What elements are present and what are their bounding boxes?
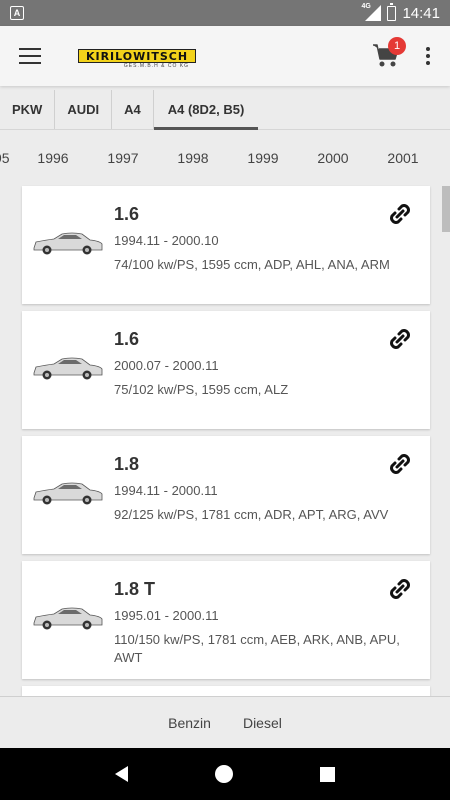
fuel-filter-petrol[interactable]: Benzin <box>168 715 211 731</box>
engine-title: 1.6 <box>114 204 140 224</box>
link-icon[interactable] <box>386 325 414 353</box>
breadcrumb-a4[interactable]: A4 <box>111 90 153 129</box>
engine-dates: 2000.07 - 2000.11 <box>114 358 219 373</box>
link-icon[interactable] <box>386 200 414 228</box>
status-indicators: 4G 14:41 <box>361 2 440 22</box>
more-options-button[interactable] <box>406 26 450 86</box>
network-type: 4G <box>361 3 371 10</box>
cart-count-badge: 1 <box>388 37 406 55</box>
year-item[interactable]: 1998 <box>158 150 228 166</box>
breadcrumb-audi[interactable]: AUDI <box>54 90 111 129</box>
engine-dates: 1994.11 - 2000.10 <box>114 233 219 248</box>
engine-specs: 75/102 kw/PS, 1595 ccm, ALZ <box>114 382 289 397</box>
car-icon <box>33 232 103 255</box>
clock: 14:41 <box>402 4 440 22</box>
menu-icon-line <box>19 55 41 57</box>
fuel-filter-bar: Benzin Diesel <box>0 696 450 748</box>
notification-icon: A <box>10 6 24 20</box>
car-icon <box>33 482 103 505</box>
recent-apps-icon[interactable] <box>319 766 335 782</box>
more-vert-dot <box>426 61 430 65</box>
year-item[interactable]: 2001 <box>368 150 438 166</box>
engine-card[interactable]: 1.6 1994.11 - 2000.10 74/100 kw/PS, 1595… <box>22 186 430 304</box>
back-icon[interactable] <box>115 766 129 782</box>
car-icon <box>33 607 103 630</box>
link-icon[interactable] <box>386 450 414 478</box>
engine-specs: 92/125 kw/PS, 1781 ccm, ADR, APT, ARG, A… <box>114 507 389 522</box>
engine-card[interactable]: 1.8 1994.11 - 2000.11 92/125 kw/PS, 1781… <box>22 436 430 554</box>
more-vert-dot <box>426 54 430 58</box>
year-item[interactable]: 1999 <box>228 150 298 166</box>
kirilowitsch-logo[interactable]: KIRILOWITSCH GES.M.B.H & CO KG <box>78 49 196 69</box>
link-icon[interactable] <box>386 575 414 603</box>
logo-text: KIRILOWITSCH <box>85 49 189 63</box>
engine-title: 1.6 <box>114 329 140 349</box>
more-vert-icon <box>426 47 430 51</box>
breadcrumb-pkw[interactable]: PKW <box>0 90 54 129</box>
cart-button[interactable]: 1 <box>366 36 406 76</box>
car-icon <box>33 357 103 380</box>
year-item[interactable]: 95 <box>0 150 18 166</box>
engine-dates: 1995.01 - 2000.11 <box>114 608 219 623</box>
engine-specs: 110/150 kw/PS, 1781 ccm, AEB, ARK, ANB, … <box>114 632 400 665</box>
status-bar: A 4G 14:41 <box>0 0 450 26</box>
engine-card[interactable]: 1.8 T 1995.01 - 2000.11 110/150 kw/PS, 1… <box>22 561 430 679</box>
breadcrumb: PKW AUDI A4 A4 (8D2, B5) <box>0 90 450 130</box>
battery-icon <box>387 2 397 21</box>
engine-dates: 1994.11 - 2000.11 <box>114 483 218 498</box>
engine-card[interactable]: 1.6 2000.07 - 2000.11 75/102 kw/PS, 1595… <box>22 311 430 429</box>
year-item[interactable]: 1997 <box>88 150 158 166</box>
breadcrumb-a4-b5[interactable]: A4 (8D2, B5) <box>152 90 259 130</box>
year-item[interactable]: 2000 <box>298 150 368 166</box>
app-bar: KIRILOWITSCH GES.M.B.H & CO KG 1 <box>0 26 450 86</box>
menu-icon-line <box>19 62 41 64</box>
home-icon[interactable] <box>214 765 233 783</box>
year-selector: 95 1996 1997 1998 1999 2000 2001 <box>0 140 438 176</box>
engine-title: 1.8 <box>114 454 140 474</box>
signal-icon: 4G <box>361 3 382 21</box>
scrollbar-thumb[interactable] <box>442 186 450 232</box>
logo-subtext: GES.M.B.H & CO KG <box>123 63 189 69</box>
year-item[interactable]: 1996 <box>18 150 88 166</box>
menu-icon-line <box>19 48 41 50</box>
engine-specs: 74/100 kw/PS, 1595 ccm, ADP, AHL, ANA, A… <box>114 257 390 272</box>
menu-button[interactable] <box>0 26 60 86</box>
engine-title: 1.8 T <box>114 579 156 599</box>
system-nav-bar <box>0 748 450 800</box>
fuel-filter-diesel[interactable]: Diesel <box>243 715 282 731</box>
